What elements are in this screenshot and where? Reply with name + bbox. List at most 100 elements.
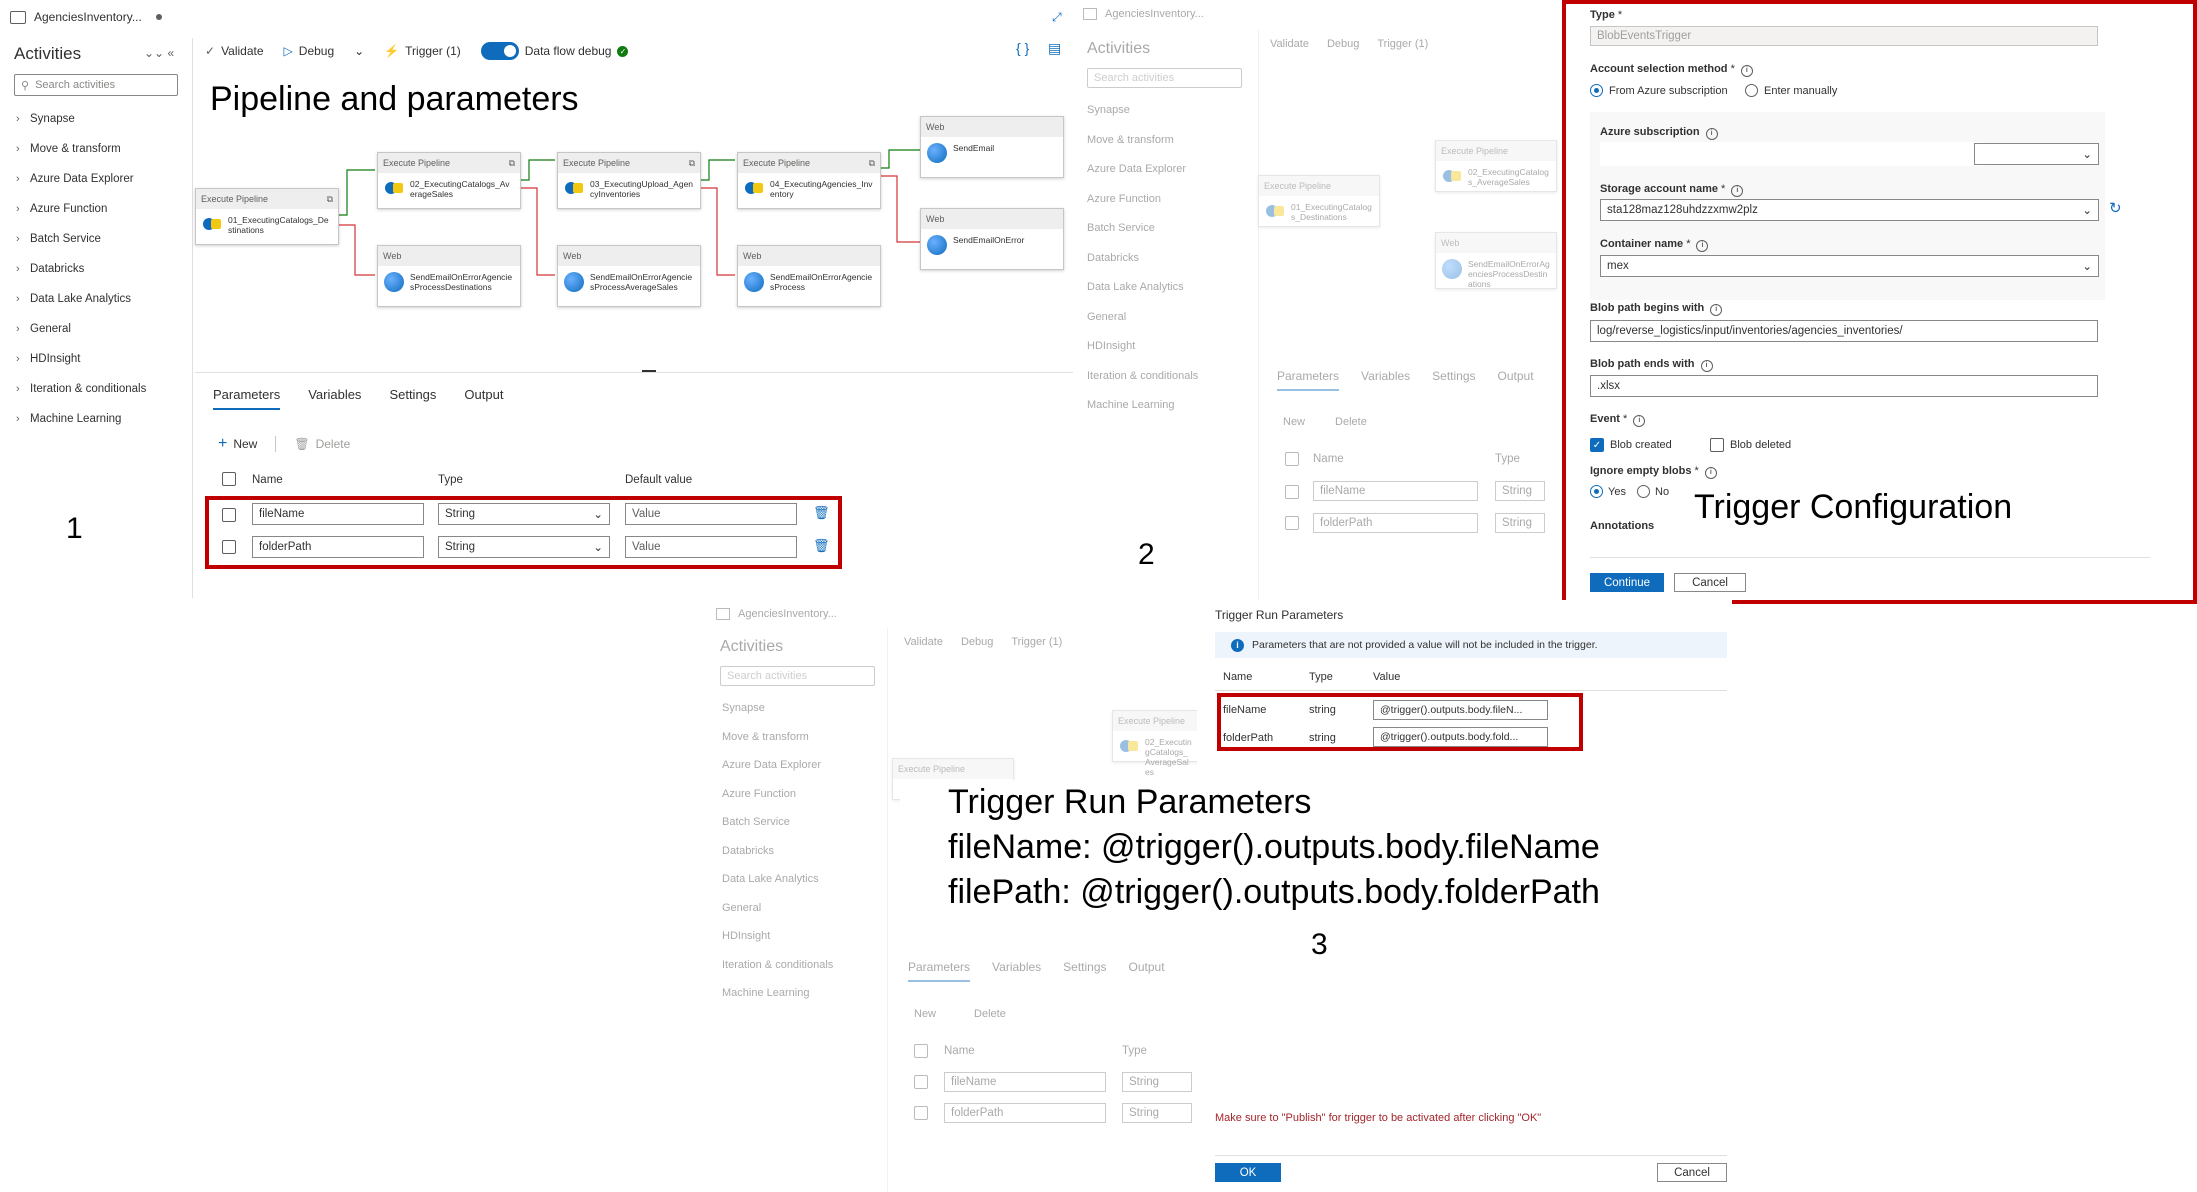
search-activities-input: Search activities bbox=[720, 666, 875, 686]
collapse-icon[interactable]: ⌄⌄ « bbox=[144, 46, 174, 60]
chevron-right-icon: › bbox=[16, 353, 20, 365]
pipeline-icon bbox=[1442, 167, 1462, 185]
highlight-box bbox=[1217, 693, 1583, 751]
expand-icon[interactable]: ⤢ bbox=[1052, 10, 1062, 25]
activity-group[interactable]: › Move & transform bbox=[16, 134, 186, 164]
run-params-caption: Trigger Run Parameters fileName: @trigge… bbox=[900, 780, 1660, 930]
open-icon[interactable]: ⧉ bbox=[869, 158, 875, 169]
success-check-icon: ✓ bbox=[617, 45, 629, 57]
row-checkbox bbox=[914, 1106, 928, 1120]
chevron-right-icon: › bbox=[16, 173, 20, 185]
activity-execute-pipeline[interactable]: Execute Pipeline ⧉ 04_ExecutingAgencies_I… bbox=[737, 152, 881, 209]
chevron-right-icon: › bbox=[16, 233, 20, 245]
more-dropdown[interactable]: ⌄ bbox=[354, 44, 364, 58]
activity-web[interactable]: Web SendEmail bbox=[920, 116, 1064, 178]
pipeline-icon bbox=[744, 179, 764, 197]
open-icon[interactable]: ⧉ bbox=[509, 158, 515, 169]
globe-icon bbox=[927, 143, 947, 163]
pipeline-tabs: Parameters Variables Settings Output bbox=[908, 960, 1165, 982]
activity-web[interactable]: Web SendEmailOnErrorAgenciesProcessAvera… bbox=[557, 245, 701, 307]
open-icon[interactable]: ⧉ bbox=[327, 194, 333, 205]
window-tab: AgenciesInventory... bbox=[716, 608, 837, 620]
activity-group[interactable]: › Batch Service bbox=[16, 224, 186, 254]
param-actions: + New 🗑 Delete bbox=[218, 435, 350, 453]
canvas-divider bbox=[195, 372, 1073, 373]
cancel-button[interactable]: Cancel bbox=[1657, 1163, 1727, 1182]
debug-button[interactable]: ▷ Debug bbox=[284, 44, 335, 58]
param-name-input: fileName bbox=[1313, 481, 1478, 501]
validate-button[interactable]: ✓ Validate bbox=[205, 44, 264, 58]
param-name-input: fileName bbox=[944, 1072, 1106, 1092]
search-activities-input[interactable]: ⚲ Search activities bbox=[14, 74, 178, 96]
open-icon[interactable]: ⧉ bbox=[689, 158, 695, 169]
panel-number: 2 bbox=[1138, 538, 1155, 571]
activity-group[interactable]: › Machine Learning bbox=[16, 404, 186, 434]
new-param-button[interactable]: + New bbox=[218, 435, 257, 453]
chevron-right-icon: › bbox=[16, 383, 20, 395]
row-checkbox bbox=[914, 1044, 928, 1058]
resize-handle[interactable] bbox=[642, 370, 656, 372]
activity-group[interactable]: › Synapse bbox=[16, 104, 186, 134]
trigger-button[interactable]: ⚡ Trigger (1) bbox=[384, 44, 461, 58]
activity-execute-pipeline[interactable]: Execute Pipeline ⧉ 02_ExecutingCatalogs_A… bbox=[377, 152, 521, 209]
activity-web[interactable]: Web SendEmailOnErrorAgenciesProcessDesti… bbox=[377, 245, 521, 307]
pipeline-icon bbox=[202, 215, 222, 233]
select-all-checkbox[interactable] bbox=[222, 472, 236, 486]
param-type-select: String bbox=[1495, 481, 1545, 501]
header-divider bbox=[1215, 690, 1727, 691]
chevron-right-icon: › bbox=[16, 263, 20, 275]
pipeline-icon bbox=[564, 179, 584, 197]
toggle-switch[interactable] bbox=[480, 42, 519, 60]
col-value: Value bbox=[1373, 671, 1401, 683]
activity-execute-pipeline: Execute Pipeline 02_ExecutingCatalogs_Av… bbox=[1112, 710, 1199, 777]
tab-variables[interactable]: Variables bbox=[308, 387, 361, 410]
tab-parameters[interactable]: Parameters bbox=[213, 387, 281, 410]
activity-web[interactable]: Web SendEmailOnError bbox=[920, 208, 1064, 270]
unsaved-dot-icon bbox=[155, 14, 162, 20]
window-tab[interactable]: AgenciesInventory... bbox=[10, 10, 162, 24]
trash-icon: 🗑 bbox=[294, 437, 310, 451]
activity-group[interactable]: › Data Lake Analytics bbox=[16, 284, 186, 314]
activity-web[interactable]: Web SendEmailOnErrorAgenciesProcess bbox=[737, 245, 881, 307]
factory-icon bbox=[1083, 8, 1097, 20]
activity-group[interactable]: › Azure Function bbox=[16, 194, 186, 224]
panel-1: AgenciesInventory... Activities ⌄⌄ « ⚲ S… bbox=[0, 0, 1075, 600]
dataflow-debug-toggle[interactable]: Data flow debug ✓ bbox=[480, 42, 629, 60]
param-type-select: String bbox=[1495, 513, 1545, 533]
activity-group[interactable]: › Azure Data Explorer bbox=[16, 164, 186, 194]
activity-group[interactable]: › General bbox=[16, 314, 186, 344]
plus-icon: + bbox=[218, 435, 228, 452]
param-actions: New Delete bbox=[914, 1008, 1006, 1020]
ok-button[interactable]: OK bbox=[1215, 1163, 1281, 1182]
globe-icon bbox=[564, 272, 584, 292]
pipeline-toolbar: ✓ Validate ▷ Debug ⌄ ⚡ Trigger (1) Data flo… bbox=[205, 40, 1070, 62]
activity-group[interactable]: › Databricks bbox=[16, 254, 186, 284]
row-checkbox bbox=[1285, 485, 1299, 499]
activity-execute-pipeline[interactable]: Execute Pipeline ⧉ 03_ExecutingUpload_Age… bbox=[557, 152, 701, 209]
activities-title: Activities bbox=[1087, 40, 1151, 57]
activity-group[interactable]: › Iteration & conditionals bbox=[16, 374, 186, 404]
activity-execute-pipeline[interactable]: Execute Pipeline ⧉ 01_ExecutingCatalogs_D… bbox=[195, 188, 339, 245]
activity-group[interactable]: › HDInsight bbox=[16, 344, 186, 374]
chevron-down-icon: ⌄ bbox=[354, 44, 365, 58]
tab-settings[interactable]: Settings bbox=[389, 387, 436, 410]
properties-icon[interactable]: ▤ bbox=[1048, 40, 1061, 57]
pipeline-canvas: Execute Pipeline ⧉ 01_ExecutingCatalogs_D… bbox=[195, 110, 1073, 372]
param-type-select: String bbox=[1122, 1103, 1192, 1123]
panel-number: 3 bbox=[1311, 928, 1328, 961]
trigger-config-dialog: Type * BlobEventsTrigger Account selecti… bbox=[1562, 0, 2197, 604]
play-icon: ▷ bbox=[283, 44, 293, 58]
panel-2-background: AgenciesInventory... Activities Search a… bbox=[1075, 0, 1565, 600]
row-checkbox bbox=[1285, 452, 1299, 466]
param-name-input: folderPath bbox=[1313, 513, 1478, 533]
col-name: Name bbox=[1313, 453, 1344, 465]
code-icon[interactable]: { } bbox=[1016, 40, 1029, 56]
globe-icon bbox=[927, 235, 947, 255]
tab-output[interactable]: Output bbox=[464, 387, 503, 410]
delete-param-button[interactable]: 🗑 Delete bbox=[294, 437, 350, 451]
activity-web: Web SendEmailOnErrorAgenciesProcessDesti… bbox=[1435, 232, 1557, 289]
info-bar: i Parameters that are not provided a val… bbox=[1215, 632, 1727, 658]
param-type-select: String bbox=[1122, 1072, 1192, 1092]
pipeline-toolbar: Validate Debug Trigger (1) bbox=[904, 636, 1063, 648]
panel-number: 1 bbox=[66, 512, 83, 545]
